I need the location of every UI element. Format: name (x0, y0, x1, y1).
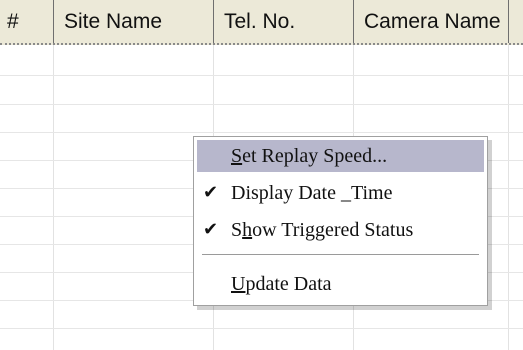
column-header-camera-name[interactable]: Camera Name (354, 0, 509, 43)
menu-item-label: Display Date _Time (231, 182, 393, 204)
table-header: # Site Name Tel. No. Camera Name (0, 0, 523, 45)
column-header-tel-no[interactable]: Tel. No. (214, 0, 354, 43)
menu-item-show-triggered-status[interactable]: ✔ Show Triggered Status (197, 214, 484, 246)
menu-item-label: Show Triggered Status (231, 219, 414, 241)
table-row[interactable] (0, 328, 523, 329)
table-row[interactable] (0, 104, 523, 105)
column-header-site-name[interactable]: Site Name (54, 0, 214, 43)
grid-column-divider (53, 45, 54, 350)
grid-column-divider (508, 45, 509, 350)
context-menu: Set Replay Speed... ✔ Display Date _Time… (193, 136, 488, 306)
menu-item-label: Update Data (231, 273, 332, 295)
menu-separator (202, 254, 479, 255)
menu-item-display-date-time[interactable]: ✔ Display Date _Time (197, 177, 484, 209)
menu-item-label: Set Replay Speed... (231, 145, 388, 167)
checkmark-icon: ✔ (203, 219, 219, 240)
table-row[interactable] (0, 75, 523, 76)
table-row[interactable] (0, 132, 523, 133)
checkmark-icon: ✔ (203, 182, 219, 203)
menu-item-set-replay-speed[interactable]: Set Replay Speed... (197, 140, 484, 172)
menu-item-update-data[interactable]: Update Data (197, 268, 484, 300)
column-header-number[interactable]: # (0, 0, 54, 43)
